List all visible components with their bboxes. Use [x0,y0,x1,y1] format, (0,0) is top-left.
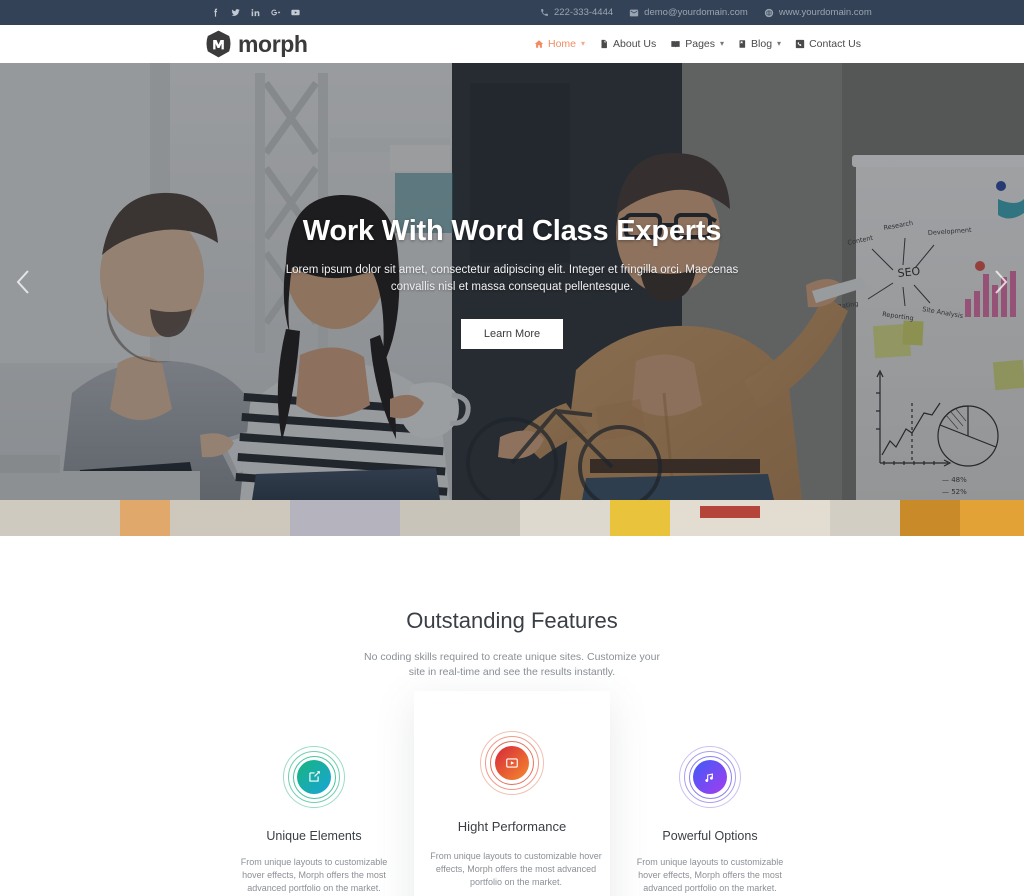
home-icon [534,40,544,48]
main-nav: Home ▾ About Us Pages ▾ Blog ▾ Contact U… [534,38,861,50]
nav-label-home: Home [548,38,577,50]
website-info[interactable]: www.yourdomain.com [764,7,872,18]
feature-icon-wrap [480,731,544,795]
book-icon [739,40,746,48]
file-icon [601,39,607,49]
features-subtitle: No coding skills required to create uniq… [364,651,660,678]
nav-item-blog[interactable]: Blog ▾ [738,38,781,50]
slider-next-button[interactable] [986,262,1016,302]
phone-info[interactable]: 222-333-4444 [540,7,613,18]
hero-title: Work With Word Class Experts [302,215,722,247]
phone-icon [795,39,805,49]
logo-text: morph [238,30,308,57]
book-open-icon [671,41,680,48]
feature-title: Unique Elements [266,829,362,843]
contact-info: 222-333-4444 demo@yourdomain.com www.you… [540,7,872,18]
hero-subtitle: Lorem ipsum dolor sit amet, consectetur … [285,264,739,293]
logo-mark-icon [206,30,231,58]
feature-title: Hight Performance [457,819,567,834]
chevron-down-icon: ▾ [581,39,586,48]
feature-description: From unique layouts to customizable hove… [240,857,388,893]
video-play-icon [495,746,529,780]
phone-number: 222-333-4444 [554,7,614,18]
learn-more-button[interactable]: Learn More [460,319,564,349]
feature-cards: Unique Elements From unique layouts to c… [0,691,1024,896]
edit-square-icon [297,760,331,794]
logo[interactable]: morph [205,30,308,58]
hero-content: Work With Word Class Experts Lorem ipsum… [0,215,1024,349]
features-title: Outstanding Features [406,608,618,633]
next-slide-photo [0,500,1024,536]
hero-next-slide-strip [0,500,1024,536]
chevron-down-icon: ▾ [720,39,725,48]
linkedin-icon[interactable] [250,7,261,18]
site-header: morph Home ▾ About Us Pages ▾ Blog ▾ Con… [0,25,1024,63]
feature-description: From unique layouts to customizable hove… [430,851,602,887]
nav-label-about-us: About Us [613,38,657,50]
feature-description: From unique layouts to customizable hove… [636,857,784,893]
social-links [210,7,301,18]
nav-label-blog: Blog [751,38,773,50]
nav-label-contact-us: Contact Us [809,38,861,50]
feature-icon-wrap [282,745,346,809]
feature-card-hight-performance[interactable]: Hight Performance From unique layouts to… [414,691,610,896]
feature-card-powerful-options[interactable]: Powerful Options From unique layouts to … [610,715,810,896]
youtube-icon[interactable] [290,7,301,18]
top-bar: 222-333-4444 demo@yourdomain.com www.you… [0,0,1024,25]
feature-card-unique-elements[interactable]: Unique Elements From unique layouts to c… [214,715,414,896]
nav-item-home[interactable]: Home ▾ [534,38,585,50]
website-url: www.yourdomain.com [778,7,872,18]
features-section: Outstanding Features No coding skills re… [0,536,1024,896]
twitter-icon[interactable] [230,7,241,18]
nav-label-pages: Pages [685,38,716,50]
chevron-down-icon: ▾ [777,39,782,48]
nav-item-pages[interactable]: Pages ▾ [670,38,724,50]
email-address: demo@yourdomain.com [644,7,748,18]
google-plus-icon[interactable] [270,7,281,18]
nav-item-contact-us[interactable]: Contact Us [795,38,861,50]
feature-title: Powerful Options [662,829,758,843]
slider-prev-button[interactable] [8,262,38,302]
email-info[interactable]: demo@yourdomain.com [629,7,748,18]
facebook-icon[interactable] [210,7,221,18]
hero-slider: SEO Content Research Development Rating … [0,63,1024,500]
music-note-icon [693,760,727,794]
nav-item-about-us[interactable]: About Us [599,38,656,50]
feature-icon-wrap [678,745,742,809]
